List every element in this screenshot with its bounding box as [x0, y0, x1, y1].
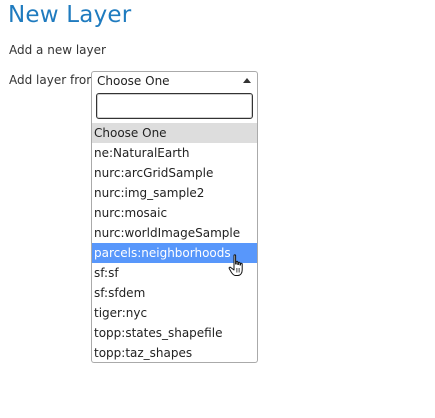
option-nurc-worldimagesample[interactable]: nurc:worldImageSample — [92, 223, 257, 243]
option-choose-one[interactable]: Choose One — [92, 123, 257, 143]
select-search-input[interactable] — [96, 93, 253, 119]
select-current-value: Choose One — [97, 74, 170, 88]
option-tiger-nyc[interactable]: tiger:nyc — [92, 303, 257, 323]
option-topp-states-shapefile[interactable]: topp:states_shapefile — [92, 323, 257, 343]
layer-source-select[interactable]: Choose One — [91, 71, 258, 89]
option-nurc-img-sample2[interactable]: nurc:img_sample2 — [92, 183, 257, 203]
add-layer-label: Add layer from — [9, 73, 98, 87]
search-field-wrapper — [96, 93, 253, 119]
option-topp-taz-shapes[interactable]: topp:taz_shapes — [92, 343, 257, 363]
option-sf-sfdem[interactable]: sf:sfdem — [92, 283, 257, 303]
options-list: Choose One ne:NaturalEarth nurc:arcGridS… — [92, 123, 257, 363]
option-nurc-arcgridsample[interactable]: nurc:arcGridSample — [92, 163, 257, 183]
page-title: New Layer — [8, 2, 132, 28]
select-dropdown: Choose One ne:NaturalEarth nurc:arcGridS… — [91, 89, 258, 363]
dropdown-arrow-icon — [243, 78, 251, 83]
hand-pointer-icon — [228, 254, 243, 276]
option-ne-naturalearth[interactable]: ne:NaturalEarth — [92, 143, 257, 163]
page-subtitle: Add a new layer — [9, 43, 106, 57]
option-nurc-mosaic[interactable]: nurc:mosaic — [92, 203, 257, 223]
